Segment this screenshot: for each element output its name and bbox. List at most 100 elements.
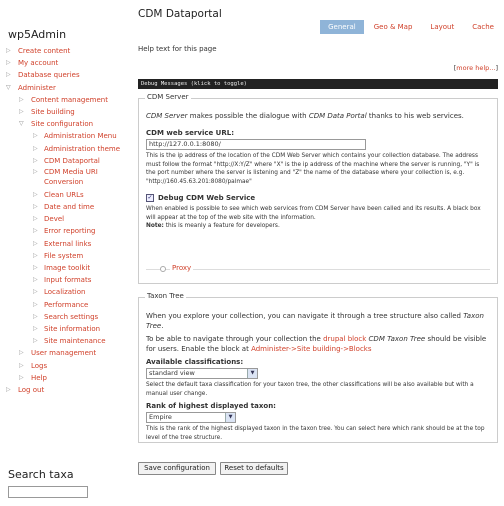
reset-to-defaults-button[interactable]: Reset to defaults: [220, 462, 288, 475]
debug-note: Note: this is meanly a feature for devel…: [146, 223, 280, 229]
sidebar-item-site-maintenance[interactable]: ▷ Site maintenance: [6, 335, 128, 347]
sidebar-item-label: CDM Media URI Conversion: [44, 167, 98, 187]
collapsed-icon: ▷: [33, 215, 38, 223]
collapsed-icon: ▷: [33, 144, 38, 152]
sidebar-item-administer[interactable]: ▽ Administer: [6, 82, 128, 94]
sidebar-item-error-reporting[interactable]: ▷ Error reporting: [6, 225, 128, 237]
sidebar-item-content-management[interactable]: ▷ Content management: [6, 94, 128, 106]
sidebar-item-label: Search settings: [44, 312, 99, 321]
sidebar-item-search-settings[interactable]: ▷ Search settings: [6, 311, 128, 323]
more-help-link[interactable]: more help...: [456, 64, 495, 72]
proxy-label: Proxy: [170, 264, 194, 272]
sidebar-item-file-system[interactable]: ▷ File system: [6, 250, 128, 262]
collapsed-icon: ▷: [33, 156, 38, 164]
sidebar-item-label: User management: [31, 349, 97, 358]
sidebar-item-label: Administration theme: [44, 144, 121, 153]
collapsed-icon: ▷: [33, 324, 38, 332]
sidebar-item-my-account[interactable]: ▷ My account: [6, 57, 128, 69]
main-content: CDM Dataportal General Geo & Map Layout Cac…: [138, 0, 502, 506]
sidebar-item-input-formats[interactable]: ▷ Input formats: [6, 274, 128, 286]
sidebar-item-date-and-time[interactable]: ▷ Date and time: [6, 201, 128, 213]
sidebar: wp5Admin ▷ Create content ▷ My account ▷ Data…: [0, 0, 130, 506]
page-title: CDM Dataportal: [138, 8, 222, 20]
sidebar-item-label: Date and time: [44, 203, 95, 212]
collapsed-icon: ▷: [33, 288, 38, 296]
taxon-tree-intro: When you explore your collection, you ca…: [146, 312, 484, 330]
sidebar-item-create-content[interactable]: ▷ Create content: [6, 45, 128, 57]
cdm-server-legend: CDM Server: [145, 93, 191, 101]
debug-checkbox[interactable]: ✓: [146, 194, 154, 202]
sidebar-item-clean-urls[interactable]: ▷ Clean URLs: [6, 189, 128, 201]
sidebar-item-label: Administration Menu: [44, 132, 117, 141]
blocks-admin-link[interactable]: Administer->Site building->Blocks: [251, 345, 371, 353]
sidebar-item-label: Site building: [31, 107, 75, 116]
sidebar-item-site-configuration[interactable]: ▽ Site configuration: [6, 118, 128, 130]
sidebar-item-administration-menu[interactable]: ▷ Administration Menu: [6, 130, 128, 142]
sidebar-item-label: My account: [18, 59, 59, 68]
sidebar-item-site-information[interactable]: ▷ Site information: [6, 323, 128, 335]
collapsed-icon: ▷: [33, 203, 38, 211]
collapsed-icon: ▷: [33, 239, 38, 247]
tab-layout[interactable]: Layout: [422, 20, 462, 34]
collapsed-icon: ▷: [33, 264, 38, 271]
collapsed-icon: ▷: [33, 190, 38, 198]
save-configuration-button[interactable]: Save configuration: [138, 462, 216, 475]
sidebar-item-image-toolkit[interactable]: ▷ Image toolkit: [6, 262, 128, 274]
collapsed-icon: ▷: [6, 59, 11, 67]
classif-label: Available classifications:: [146, 358, 244, 366]
sidebar-item-database-queries[interactable]: ▷ Database queries: [6, 69, 128, 81]
collapsed-icon: ▷: [19, 95, 24, 103]
expanded-icon: ▽: [19, 120, 24, 128]
collapsed-icon: ▷: [19, 373, 24, 381]
rank-select[interactable]: Empire ▼: [146, 412, 236, 423]
cdm-server-fieldset: CDM Server CDM Server makes possible the…: [138, 93, 498, 284]
sidebar-item-localization[interactable]: ▷ Localization: [6, 286, 128, 298]
tab-geo-map[interactable]: Geo & Map: [366, 20, 421, 34]
debug-messages-toggle[interactable]: Debug Messages (klick to toggle): [138, 79, 498, 89]
sidebar-item-cdm-media-uri-conversion[interactable]: ▷ CDM Media URI Conversion: [6, 167, 128, 189]
collapsed-icon: ▷: [33, 132, 38, 140]
sidebar-item-label: Devel: [44, 215, 65, 224]
rank-label: Rank of highest displayed taxon:: [146, 402, 276, 410]
sidebar-item-label: Error reporting: [44, 227, 96, 236]
sidebar-item-label: Performance: [44, 300, 89, 309]
drupal-block-link[interactable]: drupal block: [323, 335, 366, 343]
sidebar-item-external-links[interactable]: ▷ External links: [6, 238, 128, 250]
taxon-tree-legend: Taxon Tree: [145, 292, 186, 300]
proxy-collapsible[interactable]: Proxy: [146, 264, 490, 272]
collapsed-icon: ▷: [19, 107, 24, 115]
sidebar-item-label: Database queries: [18, 71, 80, 80]
help-text: Help text for this page: [138, 45, 217, 53]
classif-select[interactable]: standard view ▼: [146, 368, 258, 379]
sidebar-item-label: Administer: [18, 83, 56, 92]
collapsed-icon: ▷: [33, 251, 38, 259]
proxy-toggle-icon: [160, 266, 166, 272]
sidebar-item-log-out[interactable]: ▷ Log out: [6, 384, 128, 396]
sidebar-item-label: Log out: [18, 385, 45, 394]
sidebar-item-label: Image toolkit: [44, 264, 91, 272]
sidebar-item-cdm-dataportal[interactable]: ▷ CDM Dataportal: [6, 155, 128, 167]
url-input[interactable]: http://127.0.0.1:8080/: [146, 139, 366, 150]
sidebar-item-administration-theme[interactable]: ▷ Administration theme: [6, 143, 128, 155]
chevron-down-icon: ▼: [225, 413, 235, 422]
collapsed-icon: ▷: [6, 47, 11, 54]
tab-cache[interactable]: Cache: [464, 20, 502, 34]
sidebar-item-site-building[interactable]: ▷ Site building: [6, 106, 128, 118]
sidebar-item-user-management[interactable]: ▷ User management: [6, 347, 128, 359]
tab-general[interactable]: General: [320, 20, 364, 34]
search-input[interactable]: [8, 486, 88, 498]
sidebar-item-logs[interactable]: ▷ Logs: [6, 360, 128, 372]
collapsed-icon: ▷: [33, 167, 38, 175]
collapsed-icon: ▷: [33, 337, 38, 345]
sidebar-item-help[interactable]: ▷ Help: [6, 372, 128, 384]
sidebar-item-label: Localization: [44, 288, 86, 297]
cdm-server-intro: CDM Server makes possible the dialogue w…: [146, 112, 464, 120]
sidebar-item-performance[interactable]: ▷ Performance: [6, 299, 128, 311]
rank-help: This is the rank of the highest displaye…: [146, 426, 485, 441]
sidebar-item-devel[interactable]: ▷ Devel: [6, 213, 128, 225]
site-title: wp5Admin: [8, 28, 67, 41]
collapsed-icon: ▷: [6, 385, 11, 393]
debug-help: When enabled is possible to see which we…: [146, 206, 481, 221]
sidebar-item-label: Help: [31, 373, 47, 382]
classif-help: Select the default taxa classification f…: [146, 382, 474, 397]
